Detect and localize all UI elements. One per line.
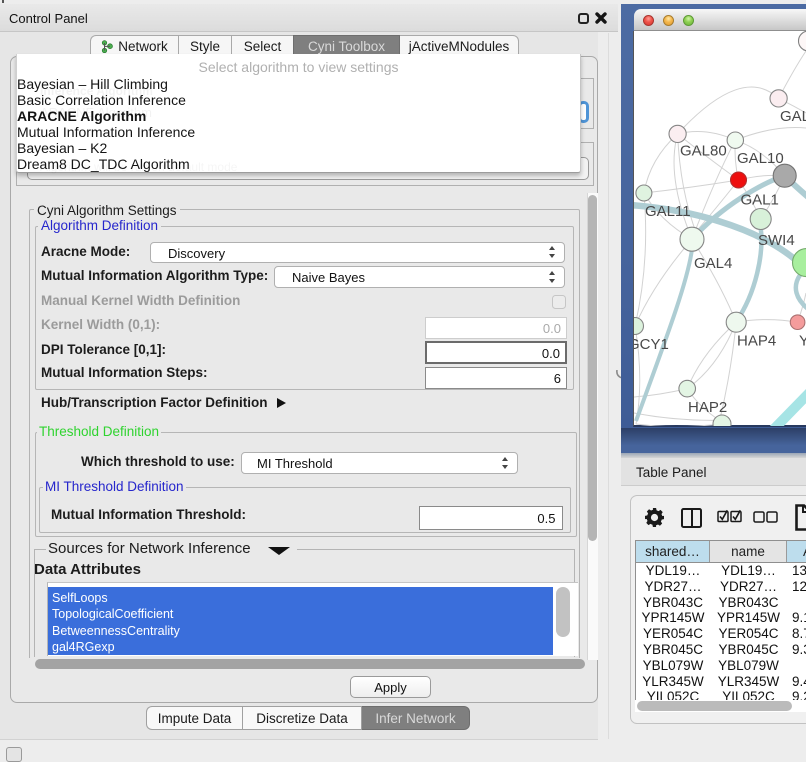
svg-text:Y: Y: [799, 333, 806, 350]
svg-text:HAP2: HAP2: [688, 399, 727, 416]
svg-text:GAL10: GAL10: [737, 150, 784, 167]
svg-text:GAL80: GAL80: [680, 143, 727, 160]
svg-text:GAL11: GAL11: [645, 203, 691, 220]
svg-text:GAL1: GAL1: [741, 192, 779, 209]
svg-text:HAP4: HAP4: [737, 333, 776, 350]
svg-text:SWI4: SWI4: [758, 232, 795, 249]
svg-text:GCY1: GCY1: [634, 336, 669, 353]
svg-text:GAL: GAL: [780, 108, 806, 125]
svg-text:GAL4: GAL4: [694, 255, 732, 272]
